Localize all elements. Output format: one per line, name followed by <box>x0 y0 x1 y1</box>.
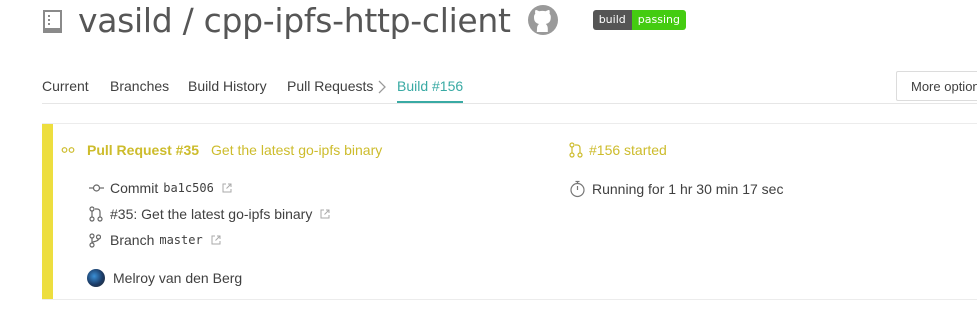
commit-hash-link[interactable]: ba1c506 <box>163 181 214 195</box>
build-status-badge[interactable]: build passing <box>592 10 686 30</box>
branch-label: Branch <box>110 232 155 248</box>
badge-status: passing <box>631 10 686 30</box>
build-status-row: #156 started <box>569 142 667 158</box>
chevron-right-icon <box>378 80 386 94</box>
tab-pull-requests[interactable]: Pull Requests <box>287 78 373 94</box>
pr-title[interactable]: Get the latest go-ipfs binary <box>211 142 382 158</box>
pr-reference-link[interactable]: #35: Get the latest go-ipfs binary <box>110 206 312 222</box>
branch-icon <box>89 232 101 248</box>
external-link-icon[interactable] <box>222 183 232 193</box>
commit-row: Commit ba1c506 <box>89 180 232 196</box>
tab-build-156[interactable]: Build #156 <box>397 78 464 103</box>
pr-number-link[interactable]: Pull Request #35 <box>87 142 199 158</box>
branch-row: Branch master <box>89 232 221 248</box>
duration-row: Running for 1 hr 30 min 17 sec <box>569 180 783 198</box>
commit-label: Commit <box>110 180 159 196</box>
tab-bar: Current Branches Build History Pull Requ… <box>42 70 977 104</box>
pull-request-icon <box>569 142 583 158</box>
tab-build-history[interactable]: Build History <box>188 78 267 94</box>
pull-request-icon <box>89 206 103 222</box>
tab-current[interactable]: Current <box>42 78 89 94</box>
build-card: Pull Request #35 Get the latest go-ipfs … <box>42 123 977 300</box>
build-number-status[interactable]: #156 started <box>589 142 667 158</box>
repo-header: vasild / cpp-ipfs-http-client build pass… <box>42 0 686 40</box>
branch-name-link[interactable]: master <box>159 233 202 247</box>
repo-title[interactable]: vasild / cpp-ipfs-http-client <box>78 1 511 40</box>
pr-header-row: Pull Request #35 Get the latest go-ipfs … <box>61 142 382 158</box>
repo-icon <box>43 10 62 33</box>
external-link-icon[interactable] <box>211 235 221 245</box>
running-dots-icon <box>61 147 75 153</box>
build-duration: Running for 1 hr 30 min 17 sec <box>592 181 784 197</box>
github-icon[interactable] <box>527 4 559 36</box>
external-link-icon[interactable] <box>320 209 330 219</box>
stopwatch-icon <box>570 180 585 198</box>
badge-label: build <box>592 10 632 30</box>
tab-branches[interactable]: Branches <box>110 78 169 94</box>
pr-ref-row: #35: Get the latest go-ipfs binary <box>89 206 330 222</box>
author-row: Melroy van den Berg <box>87 269 242 287</box>
avatar <box>87 269 105 287</box>
author-name: Melroy van den Berg <box>113 270 243 286</box>
commit-icon <box>89 184 104 192</box>
build-status-bar <box>42 124 53 299</box>
more-options-button[interactable]: More options <box>896 71 977 101</box>
